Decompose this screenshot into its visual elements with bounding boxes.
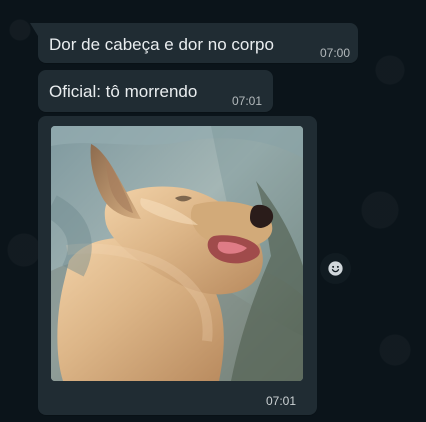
message-bubble[interactable]: Dor de cabeça e dor no corpo 07:00 (30, 23, 358, 63)
message-text: Dor de cabeça e dor no corpo (49, 35, 274, 54)
bubble-tail (30, 23, 38, 36)
media-image[interactable] (51, 126, 303, 381)
message-time: 07:01 (231, 94, 262, 108)
message-time: 07:01 (265, 394, 296, 408)
message-bubble[interactable]: Oficial: tô morrendo 07:01 (38, 70, 273, 112)
dog-photo (51, 126, 303, 381)
media-message[interactable]: 07:01 (38, 116, 317, 415)
message-text: Oficial: tô morrendo (49, 82, 198, 101)
smile-icon (328, 261, 343, 276)
reaction-button[interactable] (320, 253, 351, 284)
message-time: 07:00 (319, 46, 350, 60)
